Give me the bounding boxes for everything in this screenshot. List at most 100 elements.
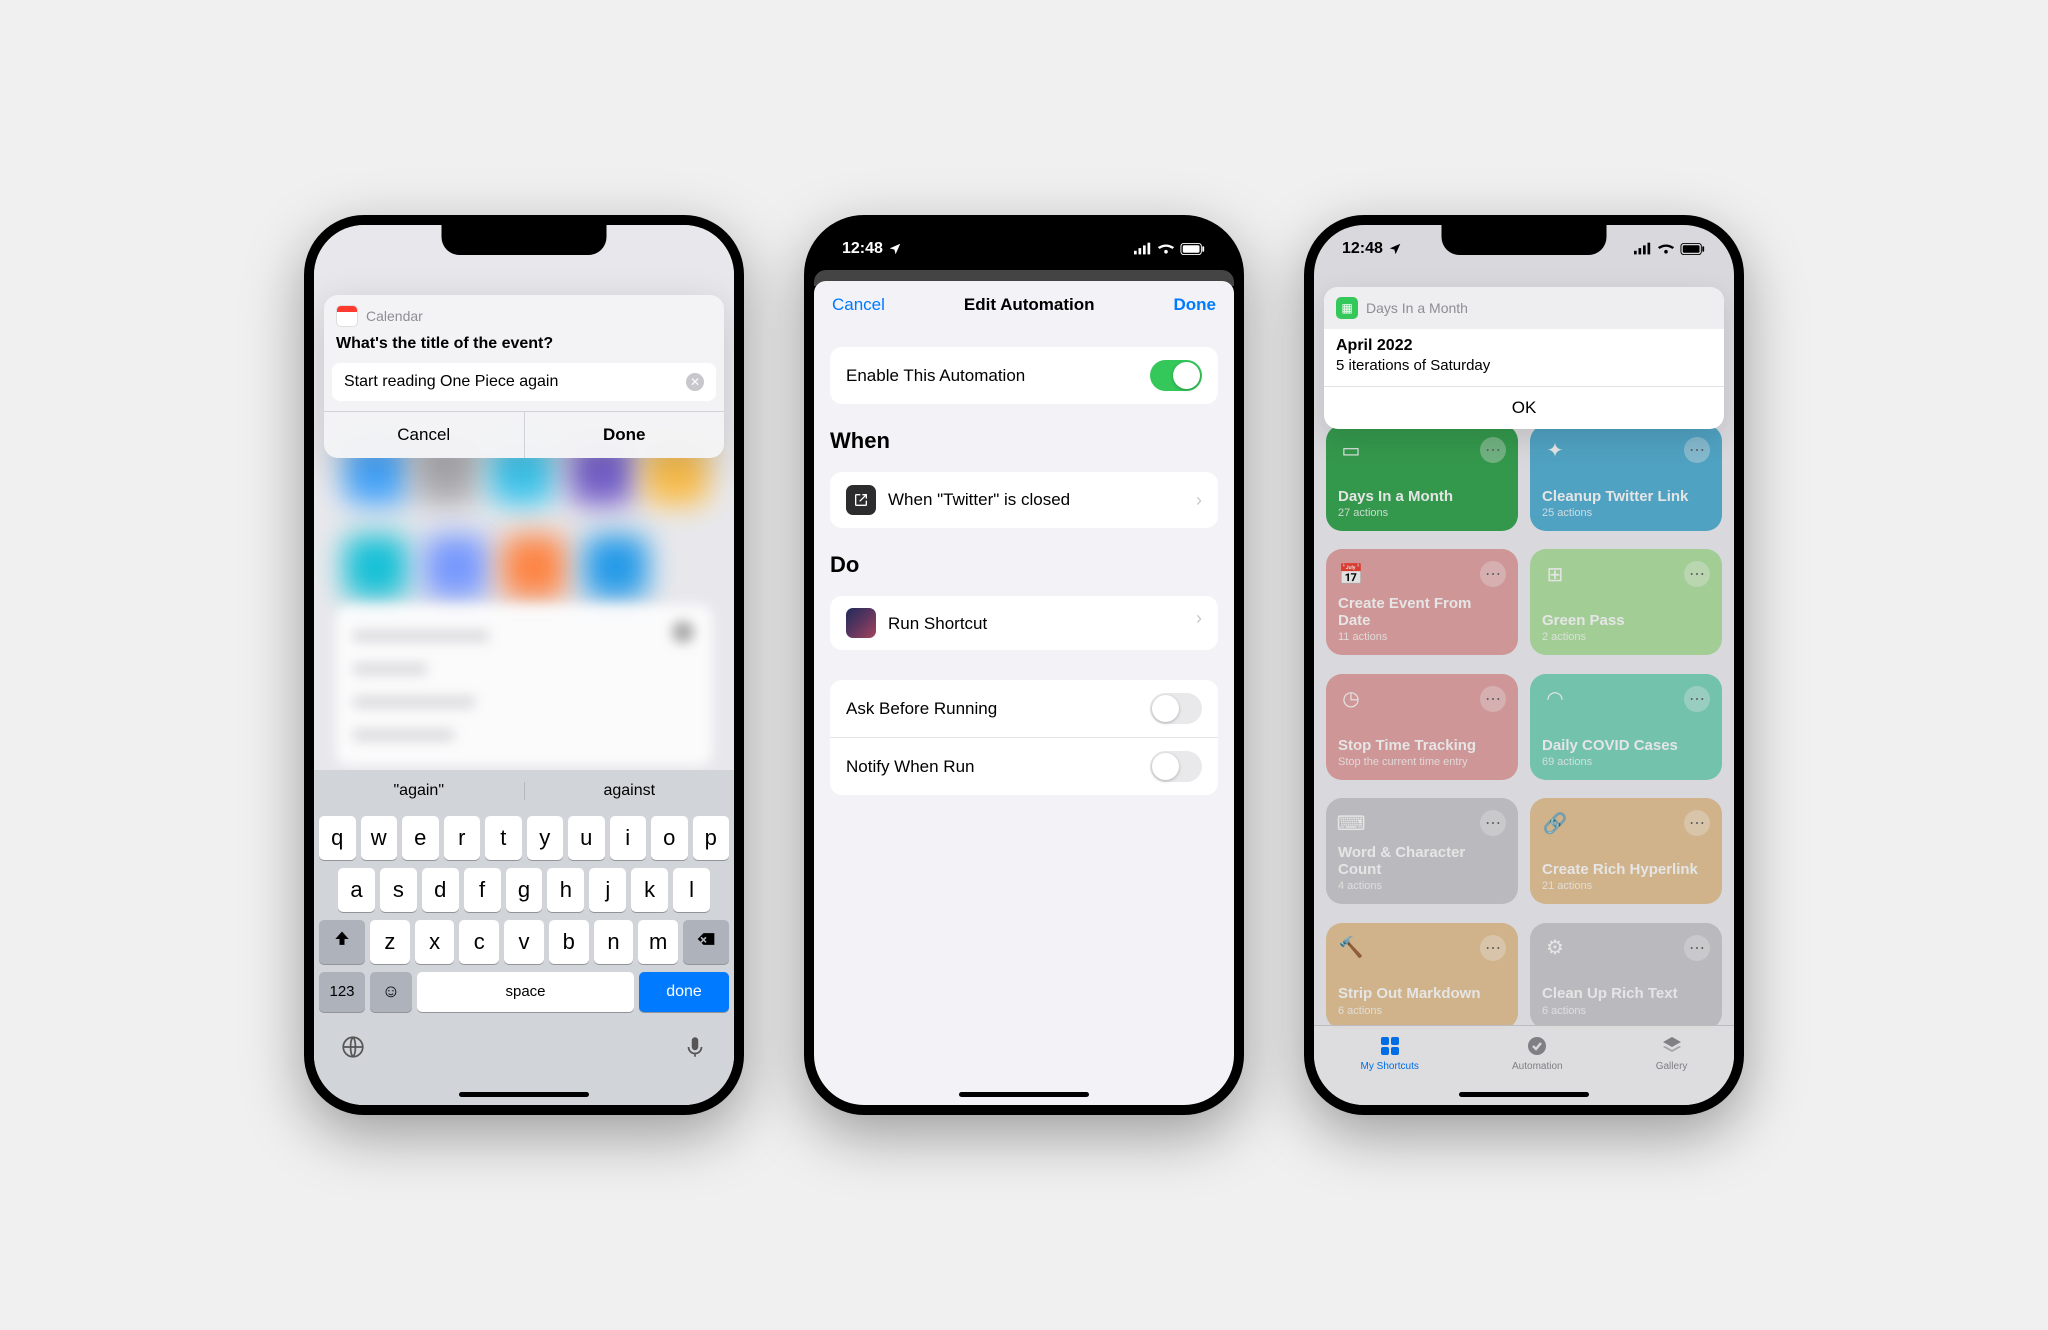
banner-app-name: Days In a Month [1366, 300, 1468, 316]
key-p[interactable]: p [693, 816, 730, 860]
key-row-3: zxcvbnm [314, 916, 734, 968]
key-r[interactable]: r [444, 816, 481, 860]
key-i[interactable]: i [610, 816, 647, 860]
tile-name: Clean Up Rich Text [1542, 985, 1710, 1002]
tab-gallery[interactable]: Gallery [1656, 1034, 1688, 1105]
section-do: Do [830, 552, 1218, 578]
key-x[interactable]: x [415, 920, 455, 964]
key-m[interactable]: m [638, 920, 678, 964]
key-y[interactable]: y [527, 816, 564, 860]
tile-menu-icon[interactable]: ⋯ [1480, 810, 1506, 836]
cancel-button[interactable]: Cancel [324, 412, 524, 458]
tile-subtitle: 69 actions [1542, 756, 1710, 768]
home-indicator[interactable] [459, 1092, 589, 1097]
key-b[interactable]: b [549, 920, 589, 964]
phone-calendar-prompt: Calendar What's the title of the event? … [304, 215, 744, 1115]
key-g[interactable]: g [506, 868, 543, 912]
shortcut-tile[interactable]: ⊞ ⋯ Green Pass 2 actions [1530, 549, 1722, 655]
tile-menu-icon[interactable]: ⋯ [1684, 437, 1710, 463]
shortcut-tile[interactable]: ▭ ⋯ Days In a Month 27 actions [1326, 425, 1518, 531]
tile-menu-icon[interactable]: ⋯ [1684, 810, 1710, 836]
mic-icon[interactable] [682, 1034, 708, 1065]
key-s[interactable]: s [380, 868, 417, 912]
key-z[interactable]: z [370, 920, 410, 964]
shortcut-tile[interactable]: 🔨 ⋯ Strip Out Markdown 6 actions [1326, 923, 1518, 1029]
key-e[interactable]: e [402, 816, 439, 860]
key-h[interactable]: h [547, 868, 584, 912]
home-indicator[interactable] [959, 1092, 1089, 1097]
notify-label: Notify When Run [846, 757, 1150, 777]
tile-menu-icon[interactable]: ⋯ [1480, 437, 1506, 463]
tab-my-shortcuts[interactable]: My Shortcuts [1361, 1034, 1419, 1105]
suggestion-row: "again" against [314, 770, 734, 812]
tile-menu-icon[interactable]: ⋯ [1480, 561, 1506, 587]
keyboard-icon: ⌨ [1338, 810, 1364, 836]
dialog-app-name: Calendar [366, 308, 423, 324]
ask-before-toggle[interactable] [1150, 693, 1202, 724]
tile-name: Strip Out Markdown [1338, 985, 1506, 1002]
section-when: When [830, 428, 1218, 454]
key-u[interactable]: u [568, 816, 605, 860]
emoji-key[interactable]: ☺ [370, 972, 412, 1012]
phone-edit-automation: 12:48 Cancel Edit Automation Done Enable… [804, 215, 1244, 1115]
numbers-key[interactable]: 123 [319, 972, 365, 1012]
mask-icon: ◠ [1542, 686, 1568, 712]
nav-title: Edit Automation [964, 295, 1095, 315]
tile-menu-icon[interactable]: ⋯ [1684, 561, 1710, 587]
suggestion-2[interactable]: against [524, 782, 735, 800]
shortcut-tile[interactable]: ◷ ⋯ Stop Time Tracking Stop the current … [1326, 674, 1518, 780]
shortcut-tile[interactable]: ⌨ ⋯ Word & Character Count 4 actions [1326, 798, 1518, 904]
key-d[interactable]: d [422, 868, 459, 912]
globe-icon[interactable] [340, 1034, 366, 1065]
shortcut-tile[interactable]: 🔗 ⋯ Create Rich Hyperlink 21 actions [1530, 798, 1722, 904]
key-l[interactable]: l [673, 868, 710, 912]
tile-menu-icon[interactable]: ⋯ [1480, 686, 1506, 712]
tile-subtitle: 25 actions [1542, 507, 1710, 519]
key-a[interactable]: a [338, 868, 375, 912]
keyboard-done-key[interactable]: done [639, 972, 729, 1012]
done-button[interactable]: Done [1174, 295, 1217, 315]
blurred-form [336, 605, 712, 765]
when-trigger-row[interactable]: When "Twitter" is closed › [830, 472, 1218, 528]
tile-menu-icon[interactable]: ⋯ [1684, 686, 1710, 712]
cancel-button[interactable]: Cancel [832, 295, 885, 315]
tab-label: Gallery [1656, 1061, 1688, 1072]
do-action-row[interactable]: Run Shortcut › [830, 596, 1218, 650]
suggestion-1[interactable]: "again" [314, 782, 524, 800]
chevron-right-icon: › [1196, 608, 1202, 629]
calendar-icon [336, 305, 358, 327]
space-key[interactable]: space [417, 972, 634, 1012]
notify-toggle[interactable] [1150, 751, 1202, 782]
shortcut-tile[interactable]: ◠ ⋯ Daily COVID Cases 69 actions [1530, 674, 1722, 780]
stack-icon [1659, 1034, 1685, 1058]
tile-menu-icon[interactable]: ⋯ [1480, 935, 1506, 961]
shortcut-tile[interactable]: 📅 ⋯ Create Event From Date 11 actions [1326, 549, 1518, 655]
key-j[interactable]: j [589, 868, 626, 912]
banner-title: April 2022 [1336, 337, 1712, 355]
backspace-key[interactable] [683, 920, 729, 964]
key-q[interactable]: q [319, 816, 356, 860]
event-title-input[interactable] [344, 373, 686, 391]
clear-text-icon[interactable]: ✕ [686, 373, 704, 391]
enable-automation-toggle[interactable] [1150, 360, 1202, 391]
key-w[interactable]: w [361, 816, 398, 860]
done-button[interactable]: Done [524, 412, 725, 458]
key-c[interactable]: c [459, 920, 499, 964]
home-indicator[interactable] [1459, 1092, 1589, 1097]
tile-menu-icon[interactable]: ⋯ [1684, 935, 1710, 961]
key-f[interactable]: f [464, 868, 501, 912]
key-n[interactable]: n [594, 920, 634, 964]
ok-button[interactable]: OK [1324, 386, 1724, 429]
key-v[interactable]: v [504, 920, 544, 964]
tile-subtitle: 6 actions [1542, 1005, 1710, 1017]
ask-before-label: Ask Before Running [846, 699, 1150, 719]
shortcut-tile[interactable]: ✦ ⋯ Cleanup Twitter Link 25 actions [1530, 425, 1722, 531]
tile-name: Daily COVID Cases [1542, 737, 1710, 754]
key-k[interactable]: k [631, 868, 668, 912]
shift-key[interactable] [319, 920, 365, 964]
key-t[interactable]: t [485, 816, 522, 860]
shortcut-tile[interactable]: ⚙ ⋯ Clean Up Rich Text 6 actions [1530, 923, 1722, 1029]
shortcuts-app-icon [846, 608, 876, 638]
wifi-icon [1157, 242, 1175, 256]
key-o[interactable]: o [651, 816, 688, 860]
